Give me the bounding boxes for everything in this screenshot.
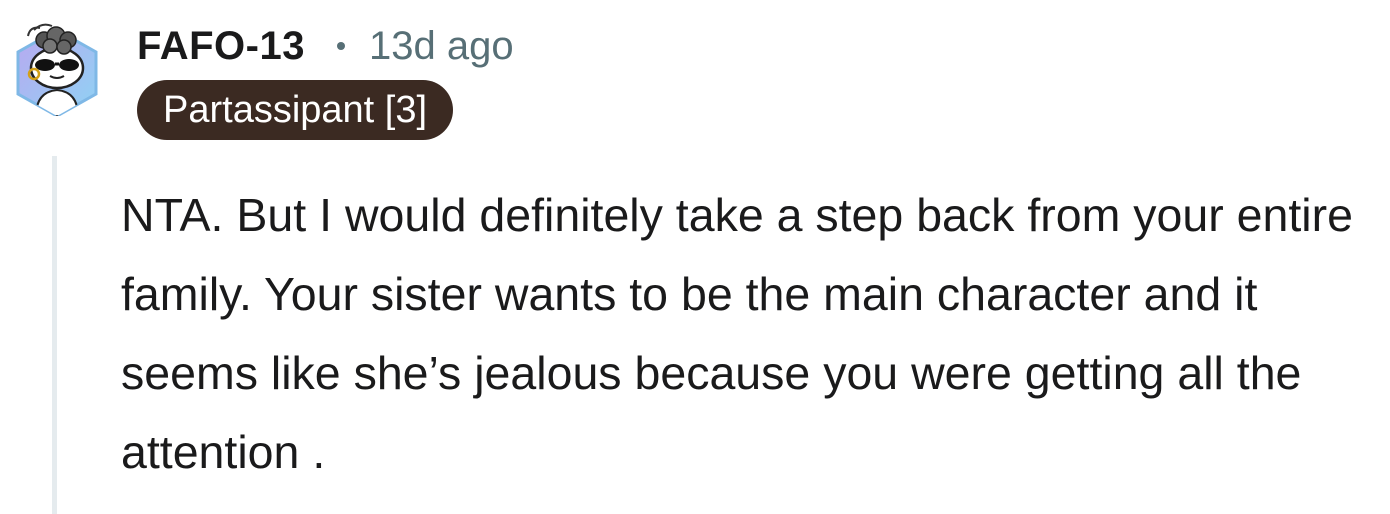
thread-line[interactable]: [52, 156, 57, 514]
username-link[interactable]: FAFO-13: [137, 24, 305, 69]
comment-header: FAFO-13 13d ago: [137, 18, 514, 74]
user-flair-badge: Partassipant [3]: [137, 80, 454, 140]
comment-body-text: NTA. But I would definitely take a step …: [121, 189, 1353, 478]
comment-timestamp[interactable]: 13d ago: [369, 24, 514, 69]
dot-separator-icon: [336, 42, 345, 50]
snoo-avatar-icon: [16, 23, 98, 118]
user-avatar[interactable]: [14, 12, 100, 118]
